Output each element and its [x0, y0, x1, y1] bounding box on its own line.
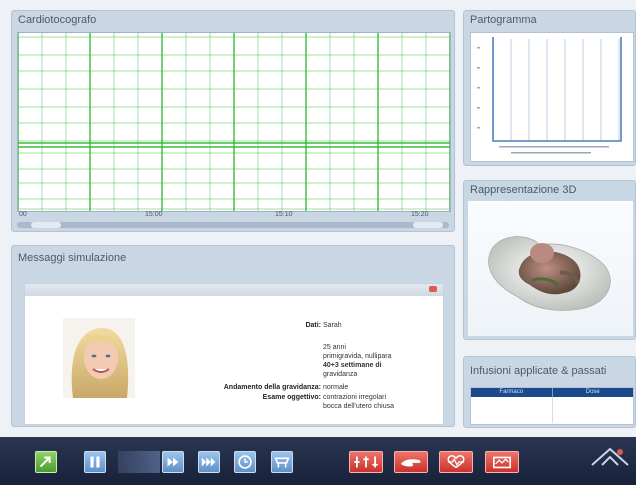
infusions-col-drug: Farmaco	[471, 388, 553, 397]
table-row	[471, 397, 633, 423]
representation-3d-panel: Rappresentazione 3D	[463, 180, 636, 340]
patient-data-label: Dati:	[305, 322, 321, 329]
partogram-panel: Partogramma	[463, 10, 636, 166]
simulation-messages-title: Messaggi simulazione	[18, 252, 127, 264]
play-button[interactable]	[162, 451, 184, 473]
close-icon[interactable]	[429, 286, 437, 292]
ctg-panel: Cardiotocografo 00 15:00 15:10 15:20	[11, 10, 455, 232]
play-icon	[167, 457, 179, 467]
patient-name: Sarah	[323, 322, 342, 329]
exam-label: Esame oggettivo:	[262, 394, 321, 401]
heart-monitor-button[interactable]	[439, 451, 473, 473]
exam-value-1: contrazioni irregolari	[323, 394, 387, 401]
simulation-messages-panel: Messaggi simulazione Dati: Sarah 25 anni…	[11, 245, 455, 427]
pause-icon	[90, 456, 100, 468]
ctg-time-axis: 00 15:00 15:10 15:20	[17, 211, 449, 221]
exit-button[interactable]	[35, 451, 57, 473]
infusions-panel: Infusioni applicate & passati Farmaco Do…	[463, 356, 636, 428]
control-toolbar	[0, 437, 636, 485]
clock-icon	[238, 455, 252, 469]
fast-forward-icon	[201, 457, 216, 467]
patient-detail-parity: primigravida, nullipara	[323, 353, 392, 360]
pregnancy-course-value: normale	[323, 384, 349, 391]
partogram-chart	[470, 32, 634, 162]
fetus-3d-view[interactable]	[468, 201, 633, 336]
pregnancy-course-label: Andamento della gravidanza:	[223, 384, 321, 391]
app-logo	[591, 447, 629, 466]
clock-button[interactable]	[234, 451, 256, 473]
patient-photo-image	[63, 318, 135, 398]
ctg-print-icon	[493, 456, 511, 469]
ctg-time-label: 15:20	[411, 211, 429, 218]
patient-card: Dati: Sarah 25 anni primigravida, nullip…	[24, 283, 444, 425]
patient-detail-age: 25 anni	[323, 344, 346, 351]
exam-value-2: bocca dell'utero chiusa	[323, 403, 394, 410]
patient-detail-pregnancy: gravidanza	[323, 371, 358, 378]
hand-icon	[401, 459, 421, 467]
patient-photo	[63, 318, 135, 398]
bed-button[interactable]	[271, 451, 293, 473]
fetus-3d-model	[488, 236, 611, 311]
ctg-scrollbar[interactable]	[17, 222, 449, 228]
hand-button[interactable]	[394, 451, 428, 473]
heart-monitor-icon	[447, 455, 465, 469]
ctg-title: Cardiotocografo	[18, 14, 97, 26]
ctg-scroll-thumb-left[interactable]	[31, 222, 61, 228]
ctg-settings-icon	[354, 456, 378, 468]
ctg-print-button[interactable]	[485, 451, 519, 473]
patient-card-header	[25, 284, 443, 296]
ctg-settings-button[interactable]	[349, 451, 383, 473]
ctg-time-label: 00	[19, 211, 27, 218]
pause-button[interactable]	[84, 451, 106, 473]
ctg-scroll-thumb-right[interactable]	[413, 222, 443, 228]
patient-detail-weeks: 40+3 settimane di	[323, 362, 382, 369]
infusions-table-header: Farmaco Dose	[471, 388, 633, 397]
ctg-chart	[17, 32, 451, 212]
ctg-grid-svg	[17, 33, 451, 211]
infusions-title: Infusioni applicate & passati	[470, 365, 607, 377]
partogram-svg	[477, 37, 622, 154]
exit-icon	[39, 456, 51, 468]
ctg-time-label: 15:00	[145, 211, 163, 218]
fast-forward-button[interactable]	[198, 451, 220, 473]
disabled-button-area	[118, 451, 160, 473]
representation-3d-title: Rappresentazione 3D	[470, 184, 577, 196]
infusions-table: Farmaco Dose	[470, 387, 634, 425]
infusions-col-dose: Dose	[585, 389, 600, 395]
ctg-time-label: 15:10	[275, 211, 293, 218]
partogram-title: Partogramma	[470, 14, 537, 26]
bed-icon	[274, 457, 290, 468]
